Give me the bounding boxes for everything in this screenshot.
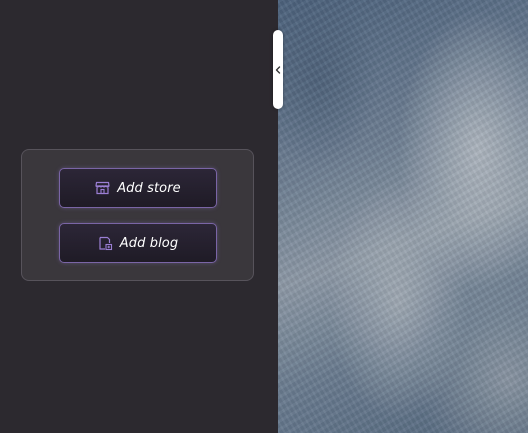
- add-store-label: Add store: [117, 180, 181, 196]
- left-panel: Add store Add blog: [0, 0, 278, 433]
- add-blog-button[interactable]: Add blog: [59, 223, 217, 263]
- collapse-panel-handle[interactable]: [273, 30, 283, 109]
- add-blog-label: Add blog: [119, 235, 179, 251]
- chevron-left-icon: [275, 65, 281, 74]
- actions-card: Add store Add blog: [21, 149, 254, 281]
- blog-add-icon: [98, 236, 113, 251]
- app-window: Add store Add blog: [0, 0, 528, 433]
- background-image: [278, 0, 528, 433]
- image-texture: [278, 0, 528, 433]
- store-icon: [95, 181, 110, 195]
- add-store-button[interactable]: Add store: [59, 168, 217, 208]
